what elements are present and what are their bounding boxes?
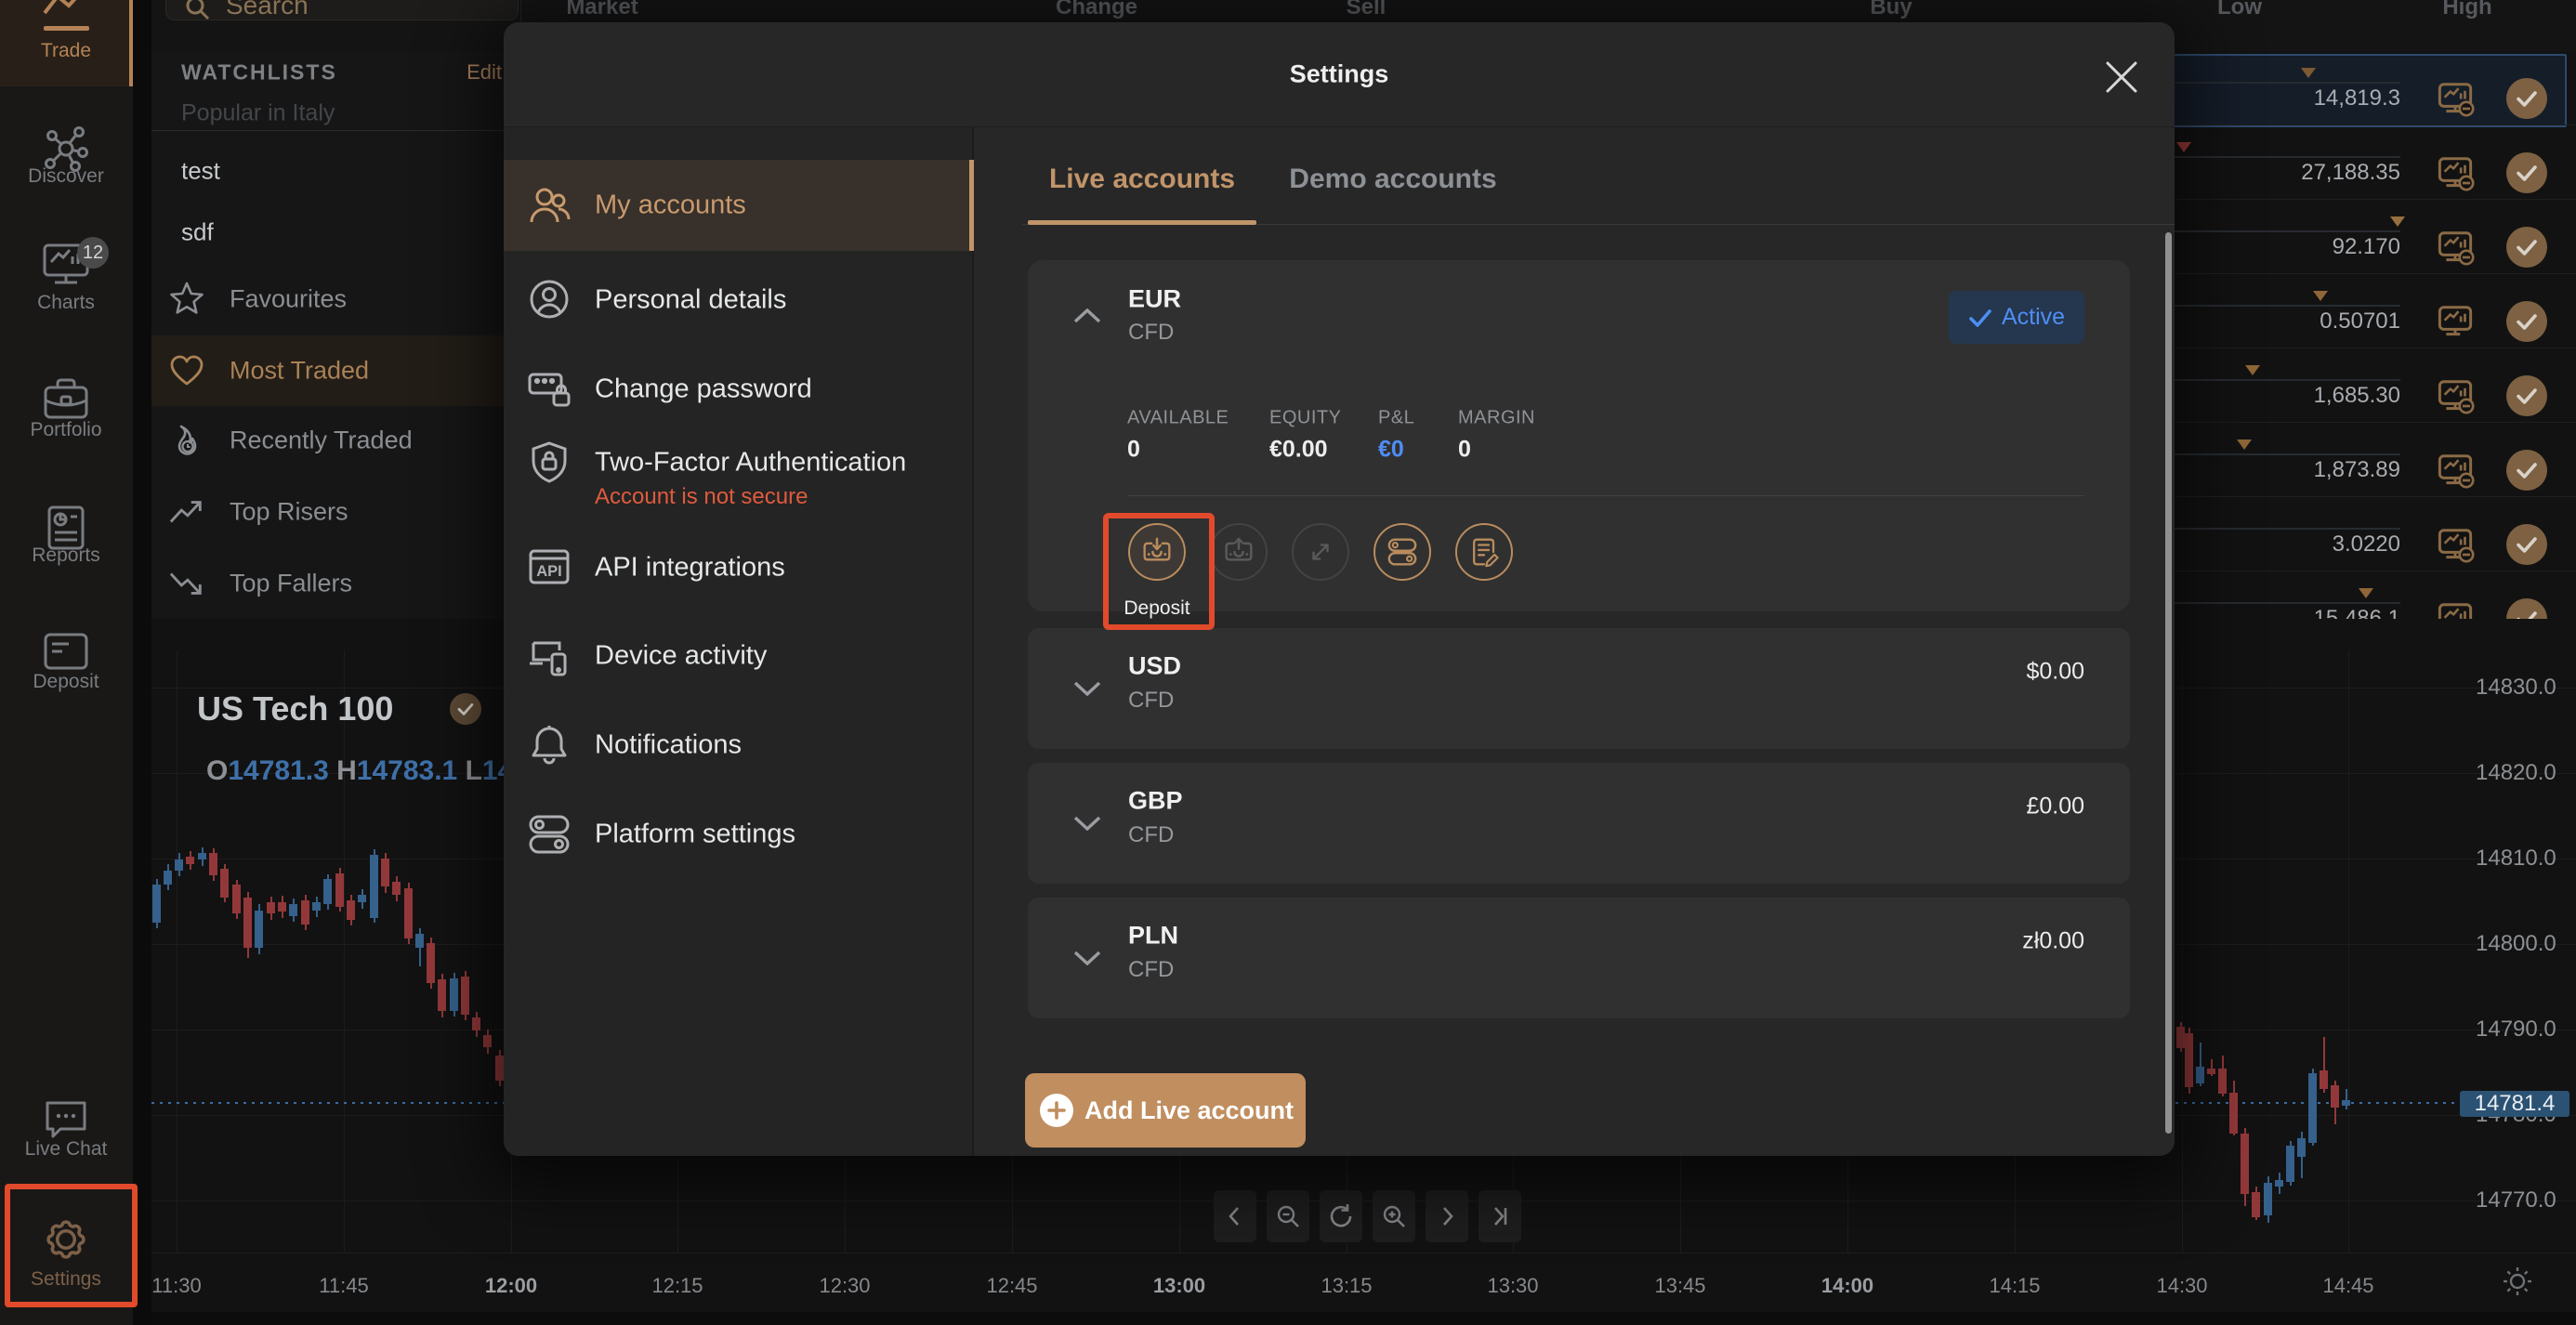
svg-text:API: API: [536, 563, 562, 580]
